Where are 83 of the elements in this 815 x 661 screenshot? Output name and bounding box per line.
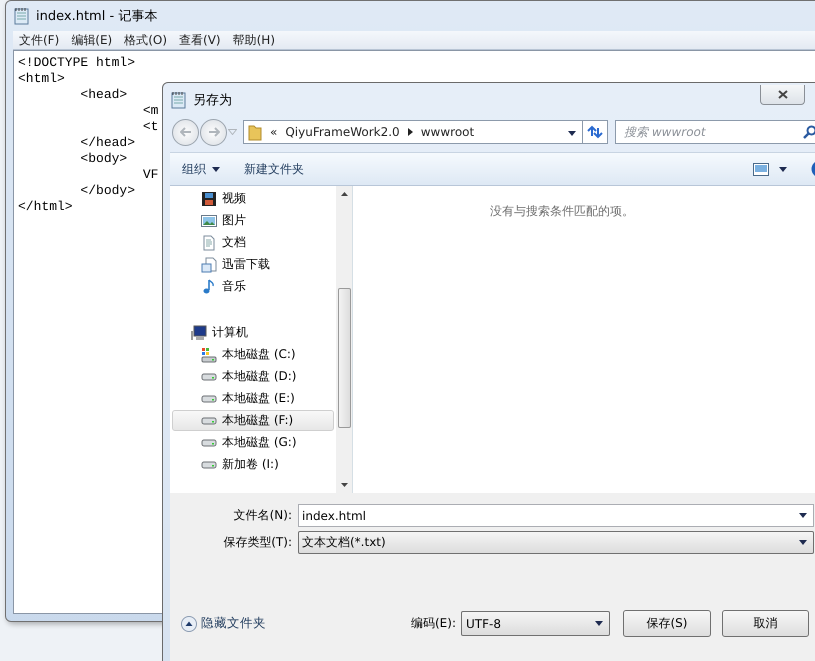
menu-item[interactable]: 文件(F): [13, 32, 66, 48]
caret-icon: [212, 166, 220, 172]
left-arrow-icon: [180, 127, 192, 137]
file-name-field[interactable]: index.html: [298, 504, 814, 527]
folder-icon: [248, 123, 262, 141]
drive-icon: [201, 372, 217, 380]
field-label: 保存类型(T):: [222, 534, 293, 551]
nav-item[interactable]: 文档: [172, 232, 334, 253]
close-button[interactable]: [760, 85, 805, 105]
code-line: <body>: [79, 151, 128, 167]
hide-folders-link[interactable]: 隐藏文件夹: [181, 615, 266, 632]
nav-item[interactable]: 迅雷下载: [172, 254, 334, 275]
nav-item[interactable]: 本地磁盘 (F:): [172, 410, 334, 431]
nav-item[interactable]: 图片: [172, 210, 334, 231]
code-line: VF: [142, 167, 158, 183]
picture-icon: [201, 212, 217, 228]
cancel-button[interactable]: 取消: [722, 610, 809, 637]
address-bar[interactable]: « QiyuFrameWork2.0 wwwroot: [243, 120, 583, 144]
nav-item[interactable]: 本地磁盘 (E:): [172, 388, 334, 409]
nav-item[interactable]: 本地磁盘 (D:): [172, 366, 334, 387]
path-segment[interactable]: QiyuFrameWork2.0: [285, 125, 400, 139]
nav-item[interactable]: 计算机: [172, 322, 334, 343]
save-button[interactable]: 保存(S): [623, 610, 711, 637]
music-note-icon: [201, 278, 217, 294]
field-label: 编码(E):: [411, 615, 456, 632]
film-icon: [201, 190, 217, 206]
caret-icon: [568, 131, 576, 136]
code-line: </head>: [79, 135, 136, 151]
field-label: 文件名(N):: [232, 507, 293, 524]
caret-icon: [799, 513, 807, 518]
menu-item[interactable]: 帮助(H): [226, 32, 281, 48]
computer-icon: [191, 324, 207, 340]
menu-item[interactable]: 格式(O): [118, 32, 174, 48]
refresh-icon: [587, 125, 603, 139]
code-line: <t: [142, 119, 158, 135]
caret-icon[interactable]: [228, 129, 237, 135]
search-icon[interactable]: [803, 125, 815, 139]
refresh-button[interactable]: [583, 120, 608, 144]
organize-button[interactable]: 组织: [182, 160, 220, 178]
document-icon: [201, 234, 217, 250]
encoding-dropdown[interactable]: UTF-8: [461, 611, 610, 636]
caret-icon: [779, 166, 787, 172]
drive-icon: [201, 460, 217, 468]
empty-message: 没有与搜索条件匹配的项。: [490, 203, 634, 217]
view-icon[interactable]: [753, 162, 769, 176]
dialog-title: 另存为: [193, 92, 233, 109]
down-arrow-icon: [340, 483, 348, 487]
file-type-dropdown[interactable]: 文本文档(*.txt): [298, 531, 814, 554]
document-stack-icon: [201, 256, 217, 272]
menu-item[interactable]: 编辑(E): [65, 32, 118, 48]
nav-item[interactable]: 本地磁盘 (C:): [172, 344, 334, 365]
notepad-icon: [171, 91, 187, 109]
nav-item[interactable]: 本地磁盘 (G:): [172, 432, 334, 453]
forward-button[interactable]: [200, 118, 227, 146]
drive-icon: [201, 416, 217, 424]
scrollbar[interactable]: [336, 186, 352, 493]
close-icon: [778, 90, 788, 99]
scroll-thumb[interactable]: [338, 288, 350, 428]
nav-item[interactable]: 视频: [172, 188, 334, 209]
nav-item[interactable]: 新加卷 (I:): [172, 454, 334, 475]
code-line: </body>: [79, 183, 136, 199]
path-overflow[interactable]: «: [270, 125, 278, 139]
new-folder-button[interactable]: 新建文件夹: [244, 160, 304, 178]
nav-item[interactable]: 音乐: [172, 276, 334, 297]
window-title: index.html - 记事本: [36, 8, 158, 25]
code-line: <!DOCTYPE html>: [18, 55, 136, 71]
path-segment[interactable]: wwwroot: [420, 125, 474, 139]
chevron-icon: [408, 128, 413, 136]
menu-item[interactable]: 查看(V): [173, 32, 227, 48]
notepad-icon: [14, 7, 30, 25]
back-button[interactable]: [172, 118, 199, 146]
code-line: <head>: [79, 87, 128, 103]
code-line: </html>: [18, 199, 73, 215]
search-field[interactable]: 搜索 wwwroot: [615, 120, 815, 144]
up-caret-icon: [181, 616, 197, 632]
drive-icon: [201, 394, 217, 402]
drive-icon: [201, 346, 217, 362]
caret-icon: [799, 540, 807, 545]
up-arrow-icon: [340, 192, 348, 196]
code-line: <m: [142, 103, 158, 119]
drive-icon: [201, 438, 217, 446]
code-line: <html>: [18, 71, 65, 87]
right-arrow-icon: [208, 127, 220, 137]
